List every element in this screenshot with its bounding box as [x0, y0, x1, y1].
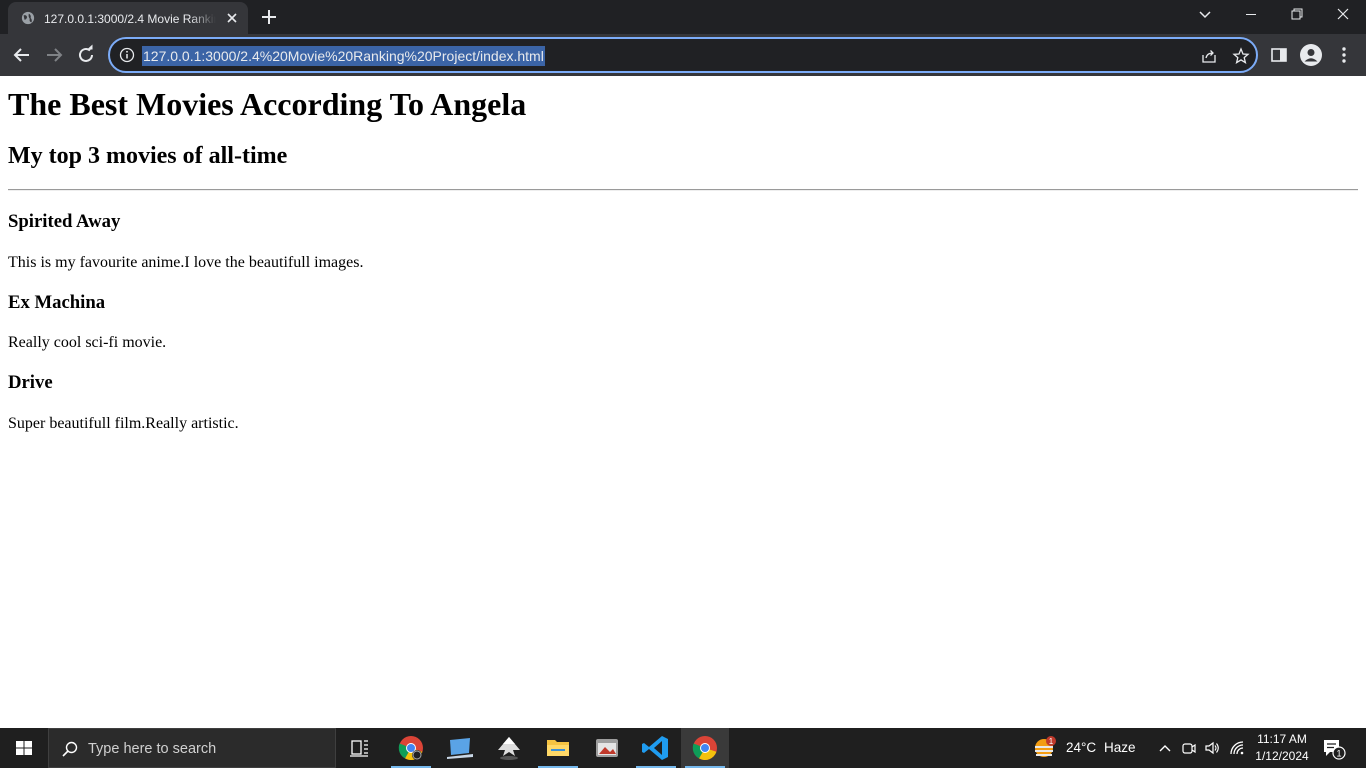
- taskbar: Type here to search 1 24°C Haze 11:17 AM…: [0, 728, 1366, 768]
- movie-title: Ex Machina: [8, 292, 106, 313]
- new-tab-icon[interactable]: [259, 7, 279, 27]
- back-arrow-icon[interactable]: [10, 43, 34, 67]
- profile-avatar-icon[interactable]: [1300, 44, 1322, 66]
- forward-arrow-icon[interactable]: [42, 43, 66, 67]
- close-window-icon[interactable]: [1320, 0, 1366, 30]
- chevron-up-icon[interactable]: [1157, 740, 1173, 756]
- laptop-app-taskbar-button[interactable]: [436, 728, 484, 768]
- laptop-icon: [447, 738, 473, 759]
- chrome-icon: [398, 736, 423, 760]
- reload-icon[interactable]: [74, 43, 98, 67]
- tab-title: 127.0.0.1:3000/2.4 Movie Ranking Project…: [44, 12, 216, 26]
- globe-icon: [21, 11, 35, 25]
- file-explorer-taskbar-button[interactable]: [534, 728, 582, 768]
- clock-date[interactable]: 1/12/2024: [1252, 747, 1312, 765]
- browser-tab[interactable]: 127.0.0.1:3000/2.4 Movie Ranking Project…: [8, 2, 248, 34]
- address-bar[interactable]: 127.0.0.1:3000/2.4%20Movie%20Ranking%20P…: [108, 37, 1258, 73]
- clock-time[interactable]: 11:17 AM: [1254, 730, 1310, 748]
- kebab-menu-icon[interactable]: [1334, 45, 1354, 65]
- browser-tab-strip: 127.0.0.1:3000/2.4 Movie Ranking Project…: [0, 0, 1366, 34]
- movie-description: Really cool sci-fi movie.: [8, 334, 167, 351]
- side-panel-icon[interactable]: [1270, 46, 1288, 64]
- movie-title: Drive: [8, 372, 53, 393]
- close-tab-icon[interactable]: [224, 10, 240, 26]
- meet-now-icon[interactable]: [1181, 740, 1197, 756]
- share-icon[interactable]: [1200, 47, 1218, 65]
- browser-toolbar: 127.0.0.1:3000/2.4%20Movie%20Ranking%20P…: [0, 34, 1366, 76]
- notification-center-icon[interactable]: 1: [1322, 738, 1346, 760]
- taskbar-search-box[interactable]: Type here to search: [48, 728, 336, 768]
- page-heading: The Best Movies According To Angela: [8, 86, 527, 122]
- web-page: The Best Movies According To Angela My t…: [0, 76, 1366, 728]
- restore-window-icon[interactable]: [1274, 0, 1320, 30]
- search-placeholder: Type here to search: [88, 741, 217, 757]
- chrome-icon: [692, 736, 717, 760]
- url-text[interactable]: 127.0.0.1:3000/2.4%20Movie%20Ranking%20P…: [142, 46, 545, 66]
- weather-haze-icon[interactable]: 1: [1030, 734, 1058, 762]
- bookmark-star-icon[interactable]: [1232, 47, 1250, 65]
- movie-title: Spirited Away: [8, 211, 121, 232]
- wifi-icon[interactable]: [1229, 740, 1245, 756]
- notification-count: 1: [1336, 749, 1341, 759]
- weather-temperature[interactable]: 24°C: [1066, 739, 1096, 757]
- photos-taskbar-button[interactable]: [583, 728, 631, 768]
- movie-description: Super beautifull film.Really artistic.: [8, 415, 239, 432]
- task-view-button[interactable]: [336, 728, 384, 768]
- weather-badge: 1: [1049, 737, 1054, 746]
- chevron-down-icon[interactable]: [1195, 6, 1215, 24]
- weather-condition[interactable]: Haze: [1104, 739, 1136, 757]
- volume-icon[interactable]: [1204, 740, 1220, 756]
- chrome-taskbar-button[interactable]: [681, 728, 729, 768]
- vscode-taskbar-button[interactable]: [632, 728, 680, 768]
- inkscape-taskbar-button[interactable]: [485, 728, 533, 768]
- folder-icon: [547, 740, 569, 756]
- search-icon: [62, 741, 78, 757]
- photos-icon: [596, 739, 618, 757]
- movie-description: This is my favourite anime.I love the be…: [8, 254, 364, 271]
- page-subheading: My top 3 movies of all-time: [8, 143, 288, 169]
- minimize-window-icon[interactable]: [1228, 0, 1274, 30]
- inkscape-icon: [498, 737, 520, 760]
- vscode-icon: [642, 736, 668, 760]
- chrome-profile-taskbar-button[interactable]: [387, 728, 435, 768]
- info-icon[interactable]: [119, 47, 135, 63]
- windows-start-icon[interactable]: [0, 728, 48, 768]
- task-view-icon: [350, 740, 368, 757]
- divider: [8, 189, 1358, 191]
